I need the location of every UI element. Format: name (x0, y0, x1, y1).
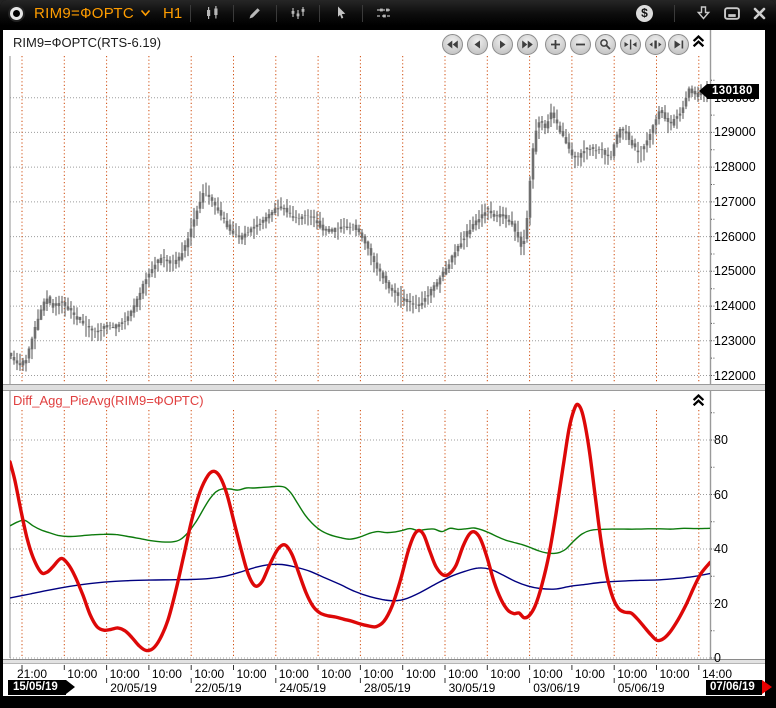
price-axis-tick-label: 129000 (714, 125, 756, 139)
close-icon[interactable] (753, 7, 766, 20)
chart-area: RIM9=ФОРТС(RTS-6.19) Diff_Agg_PieAvg(RIM… (0, 30, 776, 708)
fast-forward-icon (521, 38, 534, 51)
step-forward-button[interactable] (492, 34, 513, 55)
indicator-panel-label: Diff_Agg_PieAvg(RIM9=ФОРТС) (13, 393, 204, 408)
date-axis-label: 05/06/19 (618, 681, 665, 695)
toolbar-separator (362, 5, 363, 22)
date-axis-label: 30/05/19 (449, 681, 496, 695)
price-axis-tick-label: 128000 (714, 160, 756, 174)
date-axis-label: 20/05/19 (110, 681, 157, 695)
date-axis-label: 03/06/19 (533, 681, 580, 695)
time-axis-label: 10:00 (490, 667, 520, 681)
deals-icon[interactable] (285, 3, 311, 23)
pencil-icon[interactable] (242, 3, 268, 23)
rewind-button[interactable] (442, 34, 463, 55)
dropdown-chevron-icon[interactable] (140, 9, 151, 17)
step-back-icon (471, 38, 484, 51)
levels-icon[interactable] (371, 3, 397, 23)
maximize-icon[interactable] (724, 7, 740, 20)
time-axis-label: 10:00 (448, 667, 478, 681)
indicator-axis-tick-label: 80 (714, 433, 728, 447)
date-axis-label: 22/05/19 (195, 681, 242, 695)
zoom-box-icon (599, 38, 612, 51)
go-to-end-icon (672, 38, 685, 51)
candles-icon[interactable] (199, 3, 225, 23)
time-axis-label: 10:00 (152, 667, 182, 681)
indicator-axis-tick-label: 20 (714, 597, 728, 611)
price-axis-tick-label: 127000 (714, 195, 756, 209)
price-axis-tick-label: 122000 (714, 369, 756, 383)
go-to-end-button[interactable] (668, 34, 689, 55)
window-controls: $ (636, 5, 776, 22)
price-axis-tick-label: 125000 (714, 264, 756, 278)
zoom-out-button[interactable] (570, 34, 591, 55)
chart-window: RIM9=ФОРТС H1 $ RIM9=ФОРТС(RTS-6.19) Dif… (0, 0, 776, 708)
time-axis-label: 10:00 (110, 667, 140, 681)
collapse-indicator-panel-chevron-icon[interactable] (692, 394, 705, 407)
bar-width-icon (649, 38, 662, 51)
zoom-in-button[interactable] (545, 34, 566, 55)
time-axis-label: 10:00 (321, 667, 351, 681)
price-axis-tick-label: 126000 (714, 230, 756, 244)
toolbar-separator (319, 5, 320, 22)
zoom-in-icon (549, 38, 562, 51)
toolbar-separator (190, 5, 191, 22)
dollar-icon[interactable]: $ (636, 5, 653, 22)
toolbar-separator (674, 5, 675, 22)
indicator-axis-tick-label: 60 (714, 488, 728, 502)
cursor-icon[interactable] (328, 3, 354, 23)
date-axis-label: 24/05/19 (279, 681, 326, 695)
step-back-button[interactable] (467, 34, 488, 55)
time-axis-label: 10:00 (67, 667, 97, 681)
time-axis-label: 10:00 (617, 667, 647, 681)
time-axis-label: 10:00 (575, 667, 605, 681)
zoom-box-button[interactable] (595, 34, 616, 55)
time-axis-label: 10:00 (363, 667, 393, 681)
current-price-badge: 130180 (707, 84, 759, 99)
price-panel-label: RIM9=ФОРТС(RTS-6.19) (13, 35, 161, 50)
compress-horizontal-icon (624, 38, 637, 51)
compress-horizontal-button[interactable] (620, 34, 641, 55)
price-axis-tick-label: 123000 (714, 334, 756, 348)
time-axis-label: 10:00 (237, 667, 267, 681)
indicator-axis-tick-label: 40 (714, 542, 728, 556)
time-axis-label: 21:00 (17, 667, 47, 681)
toolbar-separator (233, 5, 234, 22)
bar-width-button[interactable] (645, 34, 666, 55)
time-axis-label: 10:00 (406, 667, 436, 681)
panel-splitter[interactable] (3, 384, 765, 391)
indicator-axis-tick-label: 0 (714, 651, 721, 665)
chart-canvas[interactable] (0, 30, 776, 696)
arrow-down-icon[interactable] (696, 6, 711, 20)
date-axis-label: 28/05/19 (364, 681, 411, 695)
time-axis-label: 14:00 (702, 667, 732, 681)
toolbar-separator (276, 5, 277, 22)
rewind-icon (446, 38, 459, 51)
start-date-badge: 15/05/19 (8, 680, 66, 695)
fast-forward-button[interactable] (517, 34, 538, 55)
time-axis-label: 10:00 (194, 667, 224, 681)
zoom-out-icon (574, 38, 587, 51)
symbol-selector[interactable]: RIM9=ФОРТС (34, 5, 134, 22)
time-axis-divider (3, 659, 765, 664)
timeframe-label[interactable]: H1 (163, 5, 182, 22)
time-axis-label: 10:00 (660, 667, 690, 681)
title-bar: RIM9=ФОРТС H1 $ (0, 0, 776, 28)
step-forward-icon (496, 38, 509, 51)
collapse-price-panel-chevron-icon[interactable] (692, 35, 705, 48)
time-axis-label: 10:00 (279, 667, 309, 681)
logo-ring-icon (10, 7, 23, 20)
time-axis-label: 10:00 (533, 667, 563, 681)
price-axis-tick-label: 124000 (714, 299, 756, 313)
end-date-badge: 07/06/19 (706, 680, 762, 695)
